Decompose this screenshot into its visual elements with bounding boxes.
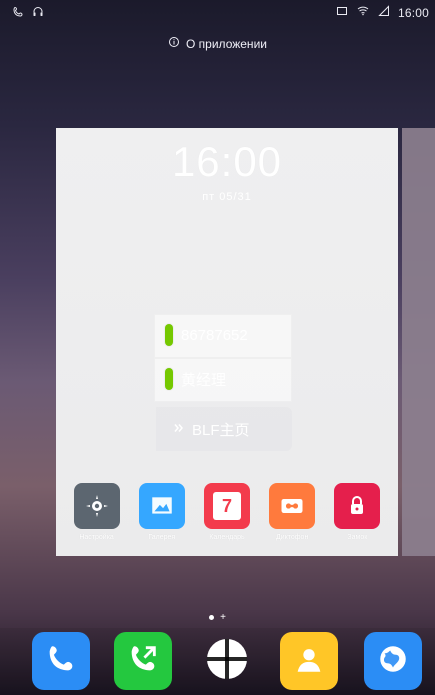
app-calendar-label: Календарь bbox=[209, 534, 245, 541]
blf-home-label: BLF主页 bbox=[192, 422, 250, 439]
app-settings[interactable]: Настройка bbox=[67, 483, 127, 541]
app-lock-label: Замок bbox=[347, 534, 368, 541]
next-recent-card[interactable] bbox=[402, 128, 435, 556]
dock-blf-button[interactable] bbox=[198, 632, 256, 690]
phone-call-icon bbox=[12, 6, 24, 21]
dock-browser-button[interactable] bbox=[364, 632, 422, 690]
blf-icon bbox=[203, 635, 251, 688]
recorder-icon bbox=[269, 483, 316, 529]
info-icon bbox=[168, 36, 180, 51]
app-lock[interactable]: Замок bbox=[327, 483, 387, 541]
card-app-row: Настройка Галерея 7 Календарь Диктофон З… bbox=[56, 483, 398, 541]
add-page-label[interactable]: + bbox=[220, 612, 226, 623]
app-gallery[interactable]: Галерея bbox=[132, 483, 192, 541]
card-time: 16:00 bbox=[171, 138, 283, 185]
line-2[interactable]: 黄经理 bbox=[154, 358, 292, 402]
phone-icon bbox=[44, 642, 78, 681]
line-2-label: 黄经理 bbox=[181, 371, 227, 389]
app-info-label: О приложении bbox=[186, 36, 267, 51]
recent-app-card[interactable]: 16:00 пт 05/31 86787652 黄经理 BLF主页 Настро… bbox=[56, 128, 398, 556]
status-right-icons: 16:00 bbox=[336, 5, 429, 20]
blf-home-button[interactable]: BLF主页 bbox=[156, 407, 292, 451]
card-date: пт 05/31 bbox=[202, 191, 252, 203]
dock-call-button[interactable] bbox=[114, 632, 172, 690]
lock-icon bbox=[334, 483, 381, 529]
contacts-icon bbox=[292, 642, 326, 681]
calendar-day: 7 bbox=[212, 492, 241, 520]
app-settings-label: Настройка bbox=[79, 534, 114, 541]
app-info[interactable]: О приложении bbox=[0, 36, 435, 51]
line-status-icon bbox=[165, 324, 173, 346]
app-recorder-label: Диктофон bbox=[275, 534, 309, 541]
dock-phone-button[interactable] bbox=[32, 632, 90, 690]
call-icon bbox=[126, 642, 160, 681]
line-1-label: 86787652 bbox=[181, 326, 248, 344]
dock bbox=[0, 628, 435, 695]
line-1[interactable]: 86787652 bbox=[154, 314, 292, 358]
line-status-icon bbox=[165, 368, 173, 390]
gallery-icon bbox=[138, 483, 185, 529]
status-left-icons bbox=[12, 6, 44, 21]
app-calendar[interactable]: 7 Календарь bbox=[197, 483, 257, 541]
globe-icon bbox=[376, 642, 410, 681]
status-time: 16:00 bbox=[397, 5, 429, 20]
headset-icon bbox=[32, 6, 44, 21]
double-chevron-right-icon bbox=[172, 421, 186, 438]
gear-icon bbox=[73, 483, 120, 529]
app-recorder[interactable]: Диктофон bbox=[262, 483, 322, 541]
calendar-icon: 7 bbox=[203, 483, 250, 529]
status-bar: 16:00 bbox=[0, 0, 435, 26]
page-dot-active bbox=[209, 615, 215, 620]
dock-contacts-button[interactable] bbox=[280, 632, 338, 690]
screen-icon bbox=[336, 5, 348, 20]
signal-icon bbox=[378, 5, 390, 20]
page-indicator: + bbox=[0, 612, 435, 623]
app-gallery-label: Галерея bbox=[148, 534, 176, 541]
wifi-icon bbox=[356, 5, 370, 20]
